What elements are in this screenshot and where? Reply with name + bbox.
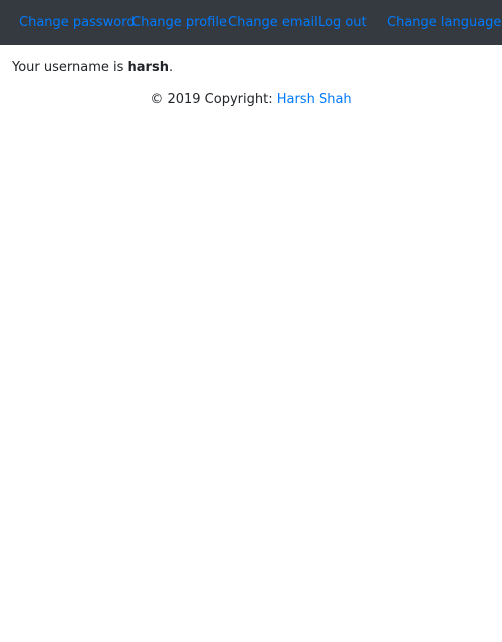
copyright-text: © 2019 Copyright:	[150, 92, 277, 107]
change-password-link[interactable]: Change password	[19, 14, 135, 32]
footer: © 2019 Copyright: Harsh Shah	[0, 91, 502, 109]
change-profile-link[interactable]: Change profile	[132, 14, 227, 32]
username-prefix: Your username is	[12, 60, 128, 75]
author-link[interactable]: Harsh Shah	[277, 92, 352, 107]
username-suffix: .	[168, 60, 174, 75]
change-language-link[interactable]: Change language	[387, 14, 501, 32]
top-navbar: Change password Change profile Change em…	[0, 0, 502, 45]
username-value: harsh	[127, 60, 169, 75]
log-out-link[interactable]: Log out	[318, 14, 367, 32]
username-message: Your username is harsh.	[12, 59, 173, 77]
change-email-link[interactable]: Change email	[228, 14, 318, 32]
